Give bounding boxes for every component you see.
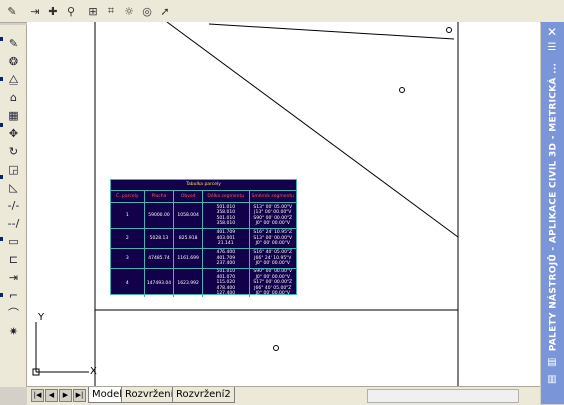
properties-icon[interactable]: ✎ [3, 2, 21, 20]
header-segment-length: Délka segmentu [203, 191, 250, 202]
trim-icon[interactable]: -/- [5, 197, 22, 213]
header-perimeter: Obvod [174, 191, 204, 202]
parcel-table[interactable]: Tabulka parcely Č. parcely Plocha Obvod … [110, 179, 297, 297]
pencil-icon[interactable]: ✎ [5, 35, 22, 51]
scale-icon[interactable]: ◲ [5, 161, 22, 177]
mirror-icon[interactable]: ⧋ [5, 71, 22, 87]
palette-list-icon[interactable]: ▤ [546, 357, 558, 369]
top-toolbar: ✎ ⇥ ✚ ⚲ ⊞ ⌗ ☼ ◎ ➚ [0, 0, 564, 23]
rotate-icon[interactable]: ↻ [5, 143, 22, 159]
grid-icon[interactable]: ⊞ [84, 2, 102, 20]
palette-properties-icon[interactable]: ▥ [546, 374, 558, 386]
pan-icon[interactable]: ➚ [156, 2, 174, 20]
header-parcel-number: Č. parcely [111, 191, 145, 202]
table-row: 1 59000.00 1058.004 501.010 358.010 501.01… [111, 203, 296, 229]
snap-icon[interactable]: ⌗ [102, 2, 120, 20]
offset-icon[interactable]: ⌂ [5, 89, 22, 105]
table-header: Č. parcely Plocha Obvod Délka segmentu S… [111, 191, 296, 203]
array-icon[interactable]: ▦ [5, 107, 22, 123]
next-tab-button[interactable]: ▶ [59, 389, 72, 402]
stretch-icon[interactable]: ◺ [5, 179, 22, 195]
palette-menu-icon[interactable]: ☰ [546, 42, 558, 54]
header-area: Plocha [145, 191, 175, 202]
chamfer-icon[interactable]: ⇥ [5, 269, 22, 285]
extend-icon[interactable]: --/ [5, 215, 22, 231]
modify-toolbar: ✎ ❂ ⧋ ⌂ ▦ ✥ ↻ ◲ ◺ -/- --/ ▭ ⊏ ⇥ ⌐ ⌒ ✷ [0, 25, 27, 387]
render-icon[interactable]: ☼ [120, 2, 138, 20]
table-row: 2 5028.13 825.918 401.709 403.001 21.141 S… [111, 229, 296, 249]
layer-icon[interactable]: ⇥ [26, 2, 44, 20]
prev-tab-button[interactable]: ◀ [45, 389, 58, 402]
tab-rozvrzeni2[interactable]: Rozvržení2 [172, 387, 235, 403]
break-icon[interactable]: ▭ [5, 233, 22, 249]
fillet-round-icon[interactable]: ⌒ [5, 305, 22, 321]
ucs-x-label: X [90, 366, 97, 377]
copy-icon[interactable]: ❂ [5, 53, 22, 69]
ucs-icon[interactable]: ⚲ [62, 2, 80, 20]
layout-tab-bar: |◀ ◀ ▶ ▶| Model Rozvržení1 Rozvržení2 [27, 386, 540, 405]
palette-title: PALETY NÁSTROJŮ - APLIKACE CIVIL 3D - ME… [548, 62, 559, 352]
tool-palette[interactable]: ✕ ☰ PALETY NÁSTROJŮ - APLIKACE CIVIL 3D … [541, 22, 564, 404]
move-icon[interactable]: ✥ [5, 125, 22, 141]
close-icon[interactable]: ✕ [546, 26, 558, 38]
horizontal-scrollbar[interactable] [367, 389, 519, 403]
last-tab-button[interactable]: ▶| [73, 389, 86, 402]
ucs-y-label: Y [38, 312, 45, 323]
table-row: 3 47485.74 1161.699 476.400 401.709 237.40… [111, 249, 296, 269]
node-icon[interactable]: ✚ [44, 2, 62, 20]
fillet-icon[interactable]: ⌐ [5, 287, 22, 303]
ucs-icon [32, 322, 89, 376]
explode-icon[interactable]: ✷ [5, 323, 22, 339]
join-icon[interactable]: ⊏ [5, 251, 22, 267]
header-segment-bearing: Směrník segmentu [251, 194, 295, 199]
table-row: 4 147493.04 1623.992 501.010 401.070 115.0… [111, 269, 296, 297]
orbit-icon[interactable]: ◎ [138, 2, 156, 20]
first-tab-button[interactable]: |◀ [31, 389, 44, 402]
table-title: Tabulka parcely [111, 180, 296, 191]
